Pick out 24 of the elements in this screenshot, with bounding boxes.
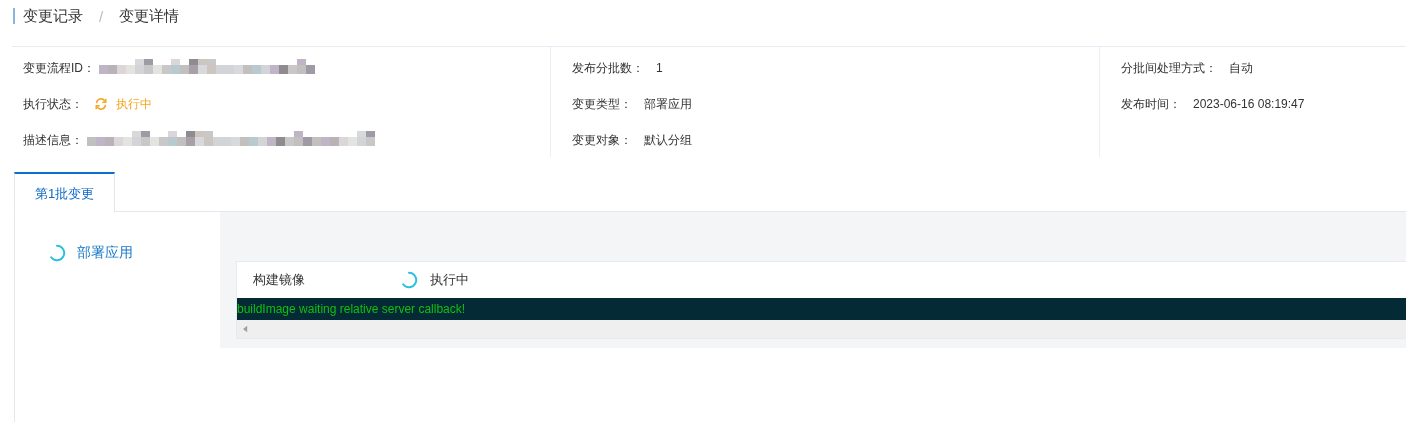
status-text: 执行中 (430, 271, 469, 289)
breadcrumb-separator: / (99, 7, 104, 25)
field-label: 描述信息： (23, 131, 83, 149)
stage-item[interactable]: 部署应用 (77, 244, 133, 262)
scroll-left-icon[interactable] (243, 325, 248, 333)
field-value: 2023-06-16 08:19:47 (1193, 97, 1305, 111)
breadcrumb-item[interactable]: 变更记录 (23, 6, 83, 26)
field-value: 1 (656, 61, 663, 75)
tab[interactable]: 第1批变更 (14, 172, 116, 213)
field-value: 部署应用 (644, 95, 692, 113)
status-text: 执行中 (116, 95, 152, 113)
field-label: 发布时间： (1121, 95, 1181, 113)
field-value: 自动 (1229, 59, 1253, 77)
task-name: 构建镜像 (253, 271, 306, 289)
field-label: 执行状态： (23, 95, 83, 113)
field-label: 变更类型： (572, 95, 632, 113)
horizontal-scrollbar[interactable] (237, 320, 1406, 338)
field-label: 变更对象： (572, 131, 632, 149)
field-label: 发布分批数： (572, 59, 644, 77)
field-label: 变更流程ID： (23, 59, 95, 77)
field-label: 分批间处理方式： (1121, 59, 1217, 77)
breadcrumb-item: 变更详情 (119, 6, 180, 26)
field-value: 默认分组 (644, 131, 692, 149)
log-output: buildImage waiting relative server callback! (237, 298, 1406, 320)
